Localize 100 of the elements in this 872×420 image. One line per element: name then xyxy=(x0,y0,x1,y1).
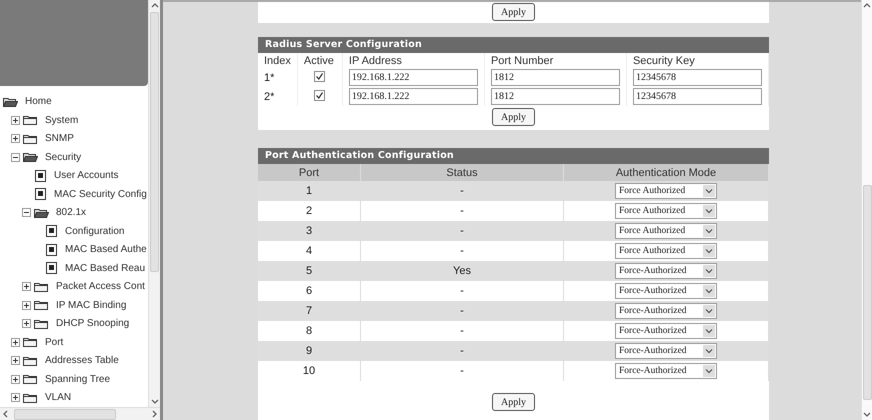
expand-icon[interactable] xyxy=(11,393,20,402)
ip-address-field[interactable]: 192.168.1.222 xyxy=(348,88,478,105)
page-icon xyxy=(45,225,58,238)
tree-item[interactable]: MAC Security Config xyxy=(54,188,147,200)
collapse-icon[interactable] xyxy=(11,152,20,162)
folder-icon xyxy=(23,336,38,348)
caret-icon[interactable] xyxy=(703,185,715,197)
checkbox[interactable] xyxy=(314,90,326,101)
table-cell: Yes xyxy=(453,265,471,277)
port-number-field[interactable]: 1812 xyxy=(490,88,620,105)
apply-button[interactable]: Apply xyxy=(492,393,535,411)
caret-icon[interactable] xyxy=(703,265,715,277)
mode-dropdown[interactable]: Force-Authorized xyxy=(615,363,717,379)
apply-button[interactable]: Apply xyxy=(492,108,535,126)
table-cell: - xyxy=(460,225,464,237)
tree-item[interactable]: Home xyxy=(25,96,52,108)
mode-dropdown[interactable]: Force Authorized xyxy=(615,223,717,239)
table-cell: - xyxy=(460,245,464,257)
expand-icon[interactable] xyxy=(22,300,31,310)
expand-icon[interactable] xyxy=(11,356,20,366)
column-header: Security Key xyxy=(632,54,695,66)
caret-icon[interactable] xyxy=(703,225,715,237)
tree-item[interactable]: MAC Based Authe xyxy=(65,244,147,256)
tree-item[interactable]: VLAN xyxy=(45,392,72,404)
expand-icon[interactable] xyxy=(11,134,20,144)
caret-icon[interactable] xyxy=(703,305,715,317)
collapse-icon[interactable] xyxy=(22,208,31,218)
column-header: Status xyxy=(446,166,478,178)
tree-item[interactable]: SNMP xyxy=(45,133,74,144)
tree-item[interactable]: Addresses Table xyxy=(45,355,119,366)
table-cell: 2 xyxy=(306,205,312,217)
table-cell: - xyxy=(460,325,464,337)
table-cell: 1 xyxy=(306,185,312,197)
folder-icon xyxy=(23,392,38,404)
folder-icon xyxy=(34,318,49,330)
scrollbar[interactable] xyxy=(861,0,872,420)
table-cell: - xyxy=(460,185,464,197)
port-number-field[interactable]: 1812 xyxy=(490,69,620,86)
folder-icon xyxy=(23,151,38,164)
mode-dropdown[interactable]: Force-Authorized xyxy=(615,343,717,359)
caret-icon[interactable] xyxy=(703,205,715,217)
expand-icon[interactable] xyxy=(22,319,31,328)
table-cell: - xyxy=(460,285,464,297)
folder-icon xyxy=(34,280,49,293)
tree-item[interactable]: Port xyxy=(45,336,64,348)
mode-dropdown[interactable]: Force Authorized xyxy=(615,203,717,219)
folder-icon xyxy=(23,354,38,367)
scrollbar[interactable] xyxy=(148,0,160,407)
tree-item[interactable]: Security xyxy=(45,152,82,163)
tree-item[interactable]: IP MAC Binding xyxy=(56,300,126,311)
folder-icon xyxy=(23,132,38,145)
section-header: Port Authentication Configuration xyxy=(258,148,769,164)
scroll-thumb[interactable] xyxy=(14,408,116,420)
table-cell: - xyxy=(460,345,464,357)
caret-icon[interactable] xyxy=(703,245,715,257)
caret-icon[interactable] xyxy=(703,365,715,377)
scroll-thumb[interactable] xyxy=(150,12,159,272)
security-key-field[interactable]: 12345678 xyxy=(632,88,762,105)
page-icon xyxy=(34,188,47,200)
tree-item[interactable]: Configuration xyxy=(65,226,124,237)
ip-address-field[interactable]: 192.168.1.222 xyxy=(348,69,478,86)
security-key-field[interactable]: 12345678 xyxy=(632,69,762,86)
expand-icon[interactable] xyxy=(11,374,20,384)
mode-dropdown[interactable]: Force-Authorized xyxy=(615,263,717,279)
apply-button[interactable]: Apply xyxy=(492,3,535,21)
mode-dropdown[interactable]: Force Authorized xyxy=(615,243,717,259)
tree-item[interactable]: Packet Access Cont xyxy=(56,281,145,292)
table-cell: - xyxy=(460,365,464,377)
folder-icon xyxy=(34,299,49,312)
expand-icon[interactable] xyxy=(22,282,31,292)
table-cell: 2* xyxy=(264,90,274,102)
page-icon xyxy=(34,170,47,182)
caret-icon[interactable] xyxy=(703,325,715,337)
mode-dropdown[interactable]: Force-Authorized xyxy=(615,283,717,299)
table-cell: 9 xyxy=(306,345,312,357)
scroll-thumb[interactable] xyxy=(862,185,872,400)
tree-item[interactable]: System xyxy=(45,114,78,126)
table-cell: 5 xyxy=(306,265,312,277)
tree-item[interactable]: Spanning Tree xyxy=(45,374,110,385)
mode-dropdown[interactable]: Force-Authorized xyxy=(615,303,717,319)
expand-icon[interactable] xyxy=(11,116,20,125)
page-icon xyxy=(45,244,58,256)
tree-item[interactable]: DHCP Snooping xyxy=(56,318,130,330)
column-header: Active xyxy=(304,54,334,66)
folder-icon xyxy=(23,373,38,386)
expand-icon[interactable] xyxy=(11,338,20,347)
folder-icon xyxy=(23,114,38,126)
column-header: Authentication Mode xyxy=(616,166,716,178)
mode-dropdown[interactable]: Force Authorized xyxy=(615,183,717,199)
caret-icon[interactable] xyxy=(703,285,715,297)
tree-item[interactable]: User Accounts xyxy=(54,170,118,182)
tree-item[interactable]: MAC Based Reau xyxy=(65,262,146,274)
checkmark-icon xyxy=(315,91,324,100)
tree-item[interactable]: 802.1x xyxy=(56,207,86,218)
column-header: Port Number xyxy=(490,54,554,66)
section-header: Radius Server Configuration xyxy=(258,37,769,53)
mode-dropdown[interactable]: Force-Authorized xyxy=(615,323,717,339)
caret-icon[interactable] xyxy=(703,345,715,357)
checkbox[interactable] xyxy=(314,71,326,82)
scrollbar[interactable] xyxy=(0,407,160,420)
